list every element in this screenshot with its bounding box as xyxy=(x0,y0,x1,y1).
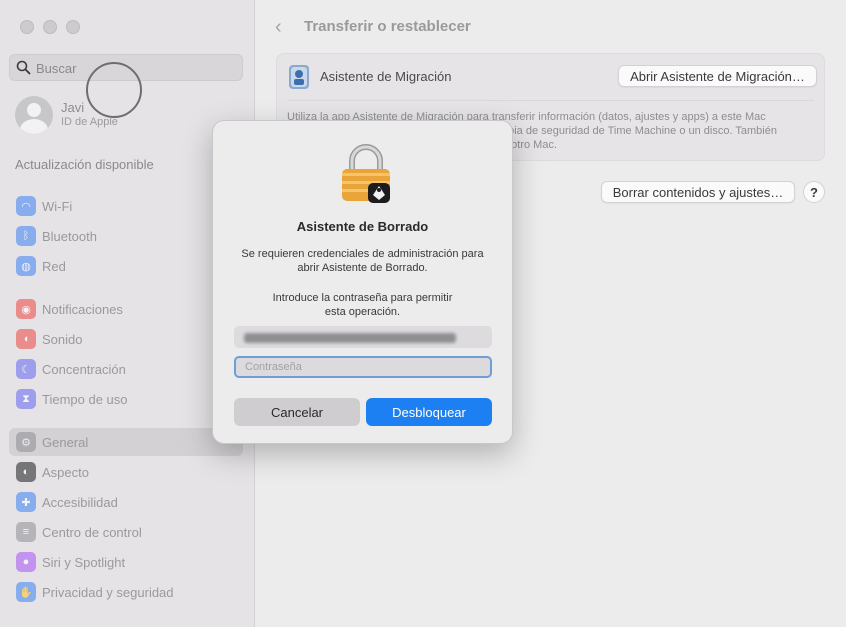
sidebar-item-label: Bluetooth xyxy=(42,228,97,244)
update-available-label[interactable]: Actualización disponible xyxy=(15,157,154,172)
erase-all-button[interactable]: Borrar contenidos y ajustes… xyxy=(601,181,795,203)
sidebar-item-siri-y-spotlight[interactable]: ● Siri y Spotlight xyxy=(9,548,243,576)
window-controls xyxy=(20,20,80,34)
sidebar-item-label: Notificaciones xyxy=(42,301,123,317)
sidebar-item-label: Concentración xyxy=(42,361,126,377)
apple-id-profile[interactable]: Javi ID de Apple xyxy=(15,96,118,134)
avatar xyxy=(15,96,53,134)
sidebar-item-aspecto[interactable]: ◐ Aspecto xyxy=(9,458,243,486)
sidebar-item-bluetooth[interactable]: ᛒ Bluetooth xyxy=(9,222,243,250)
bluetooth-icon: ᛒ xyxy=(16,226,36,246)
profile-subtitle: ID de Apple xyxy=(61,116,118,128)
search-placeholder: Buscar xyxy=(36,61,77,76)
unlock-button[interactable]: Desbloquear xyxy=(366,398,492,426)
hourglass-icon: ⧗ xyxy=(16,389,36,409)
pointer-highlight xyxy=(86,62,142,118)
appearance-icon: ◐ xyxy=(16,462,36,482)
message-line: abrir Asistente de Borrado. xyxy=(297,262,428,274)
sidebar-item-accesibilidad[interactable]: ✚ Accesibilidad xyxy=(9,488,243,516)
password-field[interactable]: Contraseña xyxy=(234,356,492,378)
password-placeholder: Contraseña xyxy=(245,361,302,373)
control-center-icon: ≡ xyxy=(16,522,36,542)
sidebar-item-red[interactable]: ◍ Red xyxy=(9,252,243,280)
sidebar-item-label: Privacidad y seguridad xyxy=(42,584,174,600)
back-chevron-icon[interactable]: ‹ xyxy=(275,16,282,39)
sidebar-item-label: Aspecto xyxy=(42,464,89,480)
dialog-message: Se requieren credenciales de administrac… xyxy=(213,247,512,275)
help-button[interactable]: ? xyxy=(803,181,825,203)
username-field[interactable] xyxy=(234,326,492,348)
open-migration-assistant-button[interactable]: Abrir Asistente de Migración… xyxy=(618,65,817,87)
dialog-prompt: Introduce la contraseña para permitir es… xyxy=(213,291,512,319)
sidebar-item-label: Accesibilidad xyxy=(42,494,118,510)
bell-icon: ◉ xyxy=(16,299,36,319)
siri-icon: ● xyxy=(16,552,36,572)
sidebar-item-sonido[interactable]: ◖ Sonido xyxy=(9,325,243,353)
card-divider xyxy=(287,100,814,101)
gear-icon: ⚙ xyxy=(16,432,36,452)
message-line: Se requieren credenciales de administrac… xyxy=(241,248,484,260)
sidebar-item-label: Sonido xyxy=(42,331,83,347)
prompt-line: Introduce la contraseña para permitir xyxy=(272,292,453,304)
close-button[interactable] xyxy=(20,20,34,34)
sidebar-item-label: General xyxy=(42,434,89,450)
sidebar-item-wi-fi[interactable]: ◠ Wi-Fi xyxy=(9,192,243,220)
lock-icon xyxy=(342,144,390,203)
minimize-button[interactable] xyxy=(43,20,57,34)
accessibility-icon: ✚ xyxy=(16,492,36,512)
redacted-username xyxy=(244,333,456,343)
sidebar-item-notificaciones[interactable]: ◉ Notificaciones xyxy=(9,295,243,323)
page-title: Transferir o restablecer xyxy=(304,18,471,35)
sidebar-item-label: Siri y Spotlight xyxy=(42,554,126,570)
sidebar-item-privacidad-y-seguridad[interactable]: ✋ Privacidad y seguridad xyxy=(9,578,243,606)
sidebar-item-label: Tiempo de uso xyxy=(42,391,128,407)
sidebar-item-label: Red xyxy=(42,258,66,274)
cancel-button[interactable]: Cancelar xyxy=(234,398,360,426)
migration-name: Asistente de Migración xyxy=(320,69,452,84)
prompt-line: esta operación. xyxy=(324,306,401,318)
wifi-icon: ◠ xyxy=(16,196,36,216)
auth-dialog: Asistente de Borrado Se requieren creden… xyxy=(212,120,513,444)
sidebar-item-tiempo-de-uso[interactable]: ⧗ Tiempo de uso xyxy=(9,385,243,413)
moon-icon: ☾ xyxy=(16,359,36,379)
dialog-title: Asistente de Borrado xyxy=(296,219,429,234)
hand-icon: ✋ xyxy=(16,582,36,602)
sidebar-item-label: Centro de control xyxy=(42,524,142,540)
profile-name: Javi xyxy=(61,100,85,115)
sidebar-item-concentraci-n[interactable]: ☾ Concentración xyxy=(9,355,243,383)
globe-icon: ◍ xyxy=(16,256,36,276)
sidebar-item-centro-de-control[interactable]: ≡ Centro de control xyxy=(9,518,243,546)
speaker-icon: ◖ xyxy=(16,329,36,349)
search-icon xyxy=(16,60,31,75)
zoom-button[interactable] xyxy=(66,20,80,34)
sidebar-item-general[interactable]: ⚙ General xyxy=(9,428,243,456)
system-settings-window: Buscar Javi ID de Apple Actualización di… xyxy=(0,0,846,627)
sidebar-item-label: Wi-Fi xyxy=(42,198,73,214)
migration-assistant-icon xyxy=(289,65,309,89)
